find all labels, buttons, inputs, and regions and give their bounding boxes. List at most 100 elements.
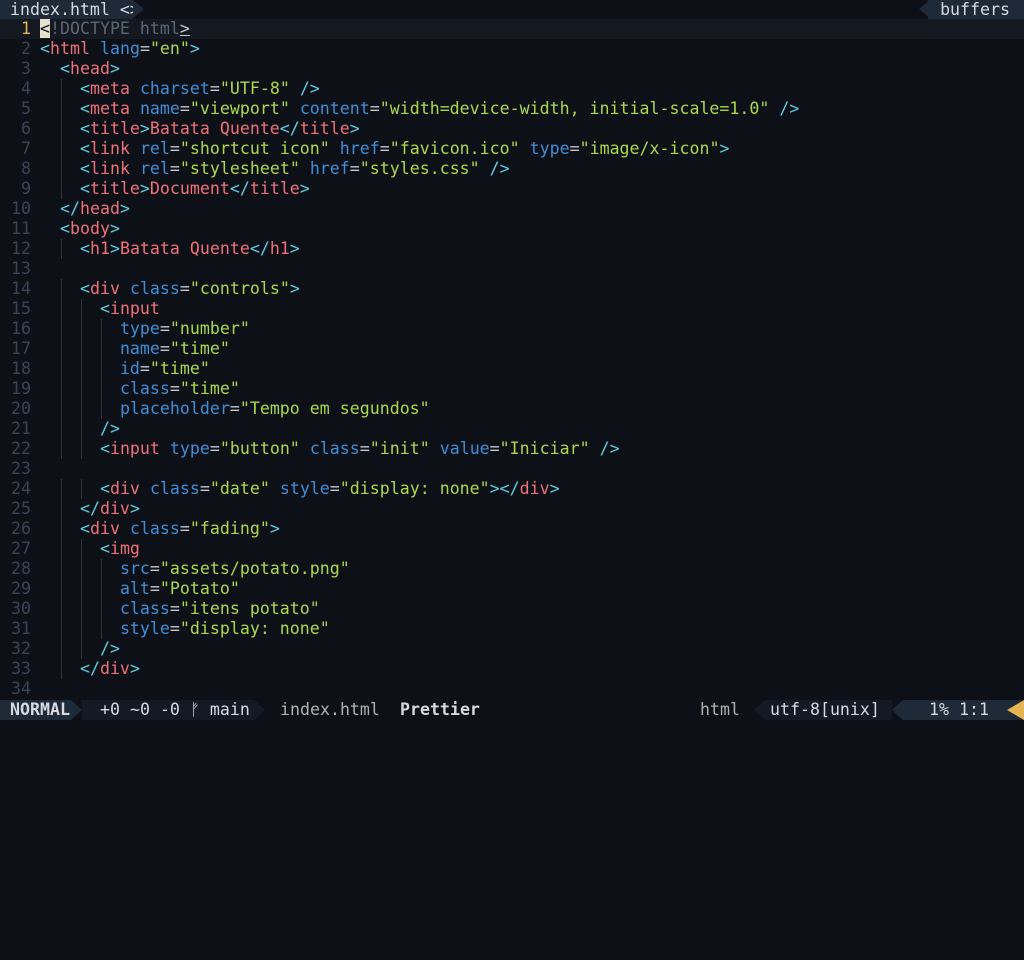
line-number: 5: [21, 99, 31, 118]
punctuation-token: <: [79, 79, 90, 98]
code-line[interactable]: 5 <meta name="viewport" content="width=d…: [0, 99, 1024, 119]
equals-token: =: [379, 139, 390, 158]
code-line[interactable]: 17 name="time": [0, 339, 1024, 359]
string-token: "styles.css": [359, 159, 480, 178]
code-line[interactable]: 31 style="display: none": [0, 619, 1024, 639]
equals-token: =: [489, 439, 500, 458]
line-number: 3: [21, 59, 31, 78]
line-number: 34: [11, 679, 31, 698]
punctuation-token: </: [229, 179, 250, 198]
line-number: 23: [11, 459, 31, 478]
code-line[interactable]: 18 id="time": [0, 359, 1024, 379]
code-text: <head>: [40, 59, 120, 79]
code-text: alt="Potato": [40, 579, 240, 599]
attribute-token: type: [529, 139, 570, 158]
tag-name-token: div: [519, 479, 550, 498]
punctuation-token: >: [349, 119, 360, 138]
string-token: "shortcut icon": [179, 139, 330, 158]
attribute-token: src: [119, 559, 150, 578]
attribute-token: class: [129, 279, 180, 298]
code-line[interactable]: 12 <h1>Batata Quente</h1>: [0, 239, 1024, 259]
tag-name-token: div: [89, 519, 120, 538]
code-line[interactable]: 7 <link rel="shortcut icon" href="favico…: [0, 139, 1024, 159]
code-line[interactable]: 27 <img: [0, 539, 1024, 559]
punctuation-token: >: [289, 239, 300, 258]
code-line[interactable]: 6 <title>Batata Quente</title>: [0, 119, 1024, 139]
code-line[interactable]: 29 alt="Potato": [0, 579, 1024, 599]
line-number: 7: [21, 139, 31, 158]
attribute-token: class: [129, 519, 180, 538]
line-number: 10: [11, 199, 31, 218]
string-token: "viewport": [189, 99, 290, 118]
line-number: 33: [11, 659, 31, 678]
mode-indicator: NORMAL: [0, 700, 71, 720]
equals-token: =: [179, 99, 190, 118]
code-text: <html lang="en">: [40, 39, 200, 59]
punctuation-token: </: [79, 659, 100, 678]
string-token: "stylesheet": [179, 159, 300, 178]
equals-token: =: [199, 479, 210, 498]
editor-buffer[interactable]: 1 <!DOCTYPE html> 2 <html lang="en"> 3 <head…: [0, 19, 1024, 700]
code-line[interactable]: 14 <div class="controls">: [0, 279, 1024, 299]
attribute-token: charset: [139, 79, 210, 98]
code-line[interactable]: 19 class="time": [0, 379, 1024, 399]
attribute-token: style: [279, 479, 330, 498]
command-line[interactable]: [0, 720, 1024, 736]
code-line[interactable]: 21 />: [0, 419, 1024, 439]
code-line[interactable]: 4 <meta charset="UTF-8" />: [0, 79, 1024, 99]
code-line[interactable]: 16 type="number": [0, 319, 1024, 339]
code-line[interactable]: 2 <html lang="en">: [0, 39, 1024, 59]
code-text: <img: [40, 539, 140, 559]
attribute-token: class: [119, 599, 170, 618]
string-token: "image/x-icon": [579, 139, 720, 158]
code-line[interactable]: 15 <input: [0, 299, 1024, 319]
punctuation-token: >: [139, 119, 150, 138]
code-line[interactable]: 33 </div>: [0, 659, 1024, 679]
code-line[interactable]: 26 <div class="fading">: [0, 519, 1024, 539]
line-number: 11: [11, 219, 31, 238]
code-text: </div>: [40, 499, 140, 519]
attribute-token: type: [169, 439, 210, 458]
attribute-token: alt: [119, 579, 150, 598]
equals-token: =: [369, 99, 380, 118]
code-line[interactable]: 3 <head>: [0, 59, 1024, 79]
code-line[interactable]: 23: [0, 459, 1024, 479]
code-line[interactable]: 28 src="assets/potato.png": [0, 559, 1024, 579]
tag-name-token: h1: [269, 239, 290, 258]
code-line[interactable]: 11 <body>: [0, 219, 1024, 239]
code-text: </head>: [40, 199, 130, 219]
code-line[interactable]: 25 </div>: [0, 499, 1024, 519]
punctuation-token: >: [129, 499, 140, 518]
code-line[interactable]: 13: [0, 259, 1024, 279]
tag-name-token: title: [249, 179, 300, 198]
code-line[interactable]: 34: [0, 679, 1024, 699]
attribute-token: href: [339, 139, 380, 158]
code-line[interactable]: 22 <input type="button" class="init" val…: [0, 439, 1024, 459]
code-line[interactable]: 10 </head>: [0, 199, 1024, 219]
code-text: <link rel="stylesheet" href="styles.css"…: [40, 159, 510, 179]
attribute-token: id: [119, 359, 140, 378]
punctuation-token: />: [299, 79, 320, 98]
punctuation-token: >: [299, 179, 310, 198]
code-line[interactable]: 9 <title>Document</title>: [0, 179, 1024, 199]
code-line[interactable]: 20 placeholder="Tempo em segundos": [0, 399, 1024, 419]
code-text: <input type="button" class="init" value=…: [40, 439, 620, 459]
code-line[interactable]: 30 class="itens potato": [0, 599, 1024, 619]
code-line[interactable]: 1 <!DOCTYPE html>: [0, 19, 1024, 39]
statusline-end-mark: [1007, 700, 1024, 720]
code-line[interactable]: 32 />: [0, 639, 1024, 659]
string-token: "time": [169, 339, 230, 358]
text-token: Document: [149, 179, 230, 198]
tab-index-html[interactable]: index.html <>: [0, 0, 140, 19]
string-token: "en": [149, 39, 190, 58]
doctype-token: !DOCTYPE html: [50, 19, 180, 38]
equals-token: =: [149, 559, 160, 578]
code-line[interactable]: 24 <div class="date" style="display: non…: [0, 479, 1024, 499]
code-line[interactable]: 8 <link rel="stylesheet" href="styles.cs…: [0, 159, 1024, 179]
equals-token: =: [169, 379, 180, 398]
